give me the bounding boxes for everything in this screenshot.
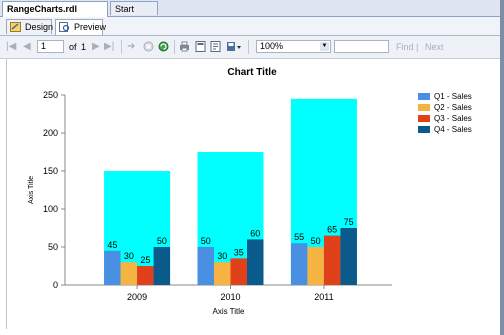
- data-label: 50: [157, 236, 167, 246]
- legend-item: Q1 - Sales: [418, 91, 472, 102]
- legend-label: Q1 - Sales: [434, 92, 472, 101]
- bar: [104, 250, 121, 285]
- legend-swatch: [418, 104, 430, 111]
- legend-label: Q3 - Sales: [434, 114, 472, 123]
- data-label: 50: [311, 236, 321, 246]
- legend-label: Q2 - Sales: [434, 103, 472, 112]
- x-tick-label: 2011: [314, 292, 333, 302]
- legend-swatch: [418, 115, 430, 122]
- y-axis-title: Axis Title: [28, 176, 35, 204]
- legend-item: Q3 - Sales: [418, 113, 472, 124]
- chart-legend: Q1 - Sales Q2 - Sales Q3 - Sales Q4 - Sales: [418, 91, 472, 135]
- y-tick-label: 150: [43, 166, 58, 176]
- legend-swatch: [418, 126, 430, 133]
- x-tick-label: 2010: [220, 292, 240, 302]
- bar: [153, 247, 171, 285]
- data-label: 45: [107, 240, 117, 250]
- y-tick-label: 100: [43, 204, 58, 214]
- data-label: 50: [201, 236, 211, 246]
- data-label: 65: [327, 225, 337, 235]
- bar: [197, 247, 214, 285]
- bar: [290, 243, 308, 285]
- x-tick-label: 2009: [127, 292, 147, 302]
- data-label: 30: [124, 251, 134, 261]
- x-axis-title: Axis Title: [212, 307, 245, 316]
- data-label: 75: [344, 217, 354, 227]
- data-label: 60: [250, 228, 260, 238]
- bar: [120, 262, 138, 285]
- legend-item: Q4 - Sales: [418, 124, 472, 135]
- y-tick-label: 250: [43, 90, 58, 100]
- y-tick-label: 200: [43, 128, 58, 138]
- y-tick-label: 50: [48, 242, 58, 252]
- y-tick-label: 0: [53, 280, 58, 290]
- window-frame-right: [500, 0, 504, 335]
- data-label: 35: [234, 247, 244, 257]
- bar: [137, 266, 154, 285]
- legend-item: Q2 - Sales: [418, 102, 472, 113]
- bar: [230, 258, 247, 285]
- legend-label: Q4 - Sales: [434, 125, 472, 134]
- data-label: 30: [217, 251, 227, 261]
- legend-swatch: [418, 93, 430, 100]
- bar: [214, 262, 231, 285]
- bar: [323, 235, 341, 285]
- bar: [340, 228, 357, 285]
- bar: [307, 247, 324, 285]
- data-label: 55: [294, 232, 304, 242]
- bar: [247, 239, 264, 285]
- range-bar-chart: 0 50 100 150 200 250 Axis Title Axis Title 45 30 2…: [28, 90, 392, 316]
- data-label: 25: [140, 255, 150, 265]
